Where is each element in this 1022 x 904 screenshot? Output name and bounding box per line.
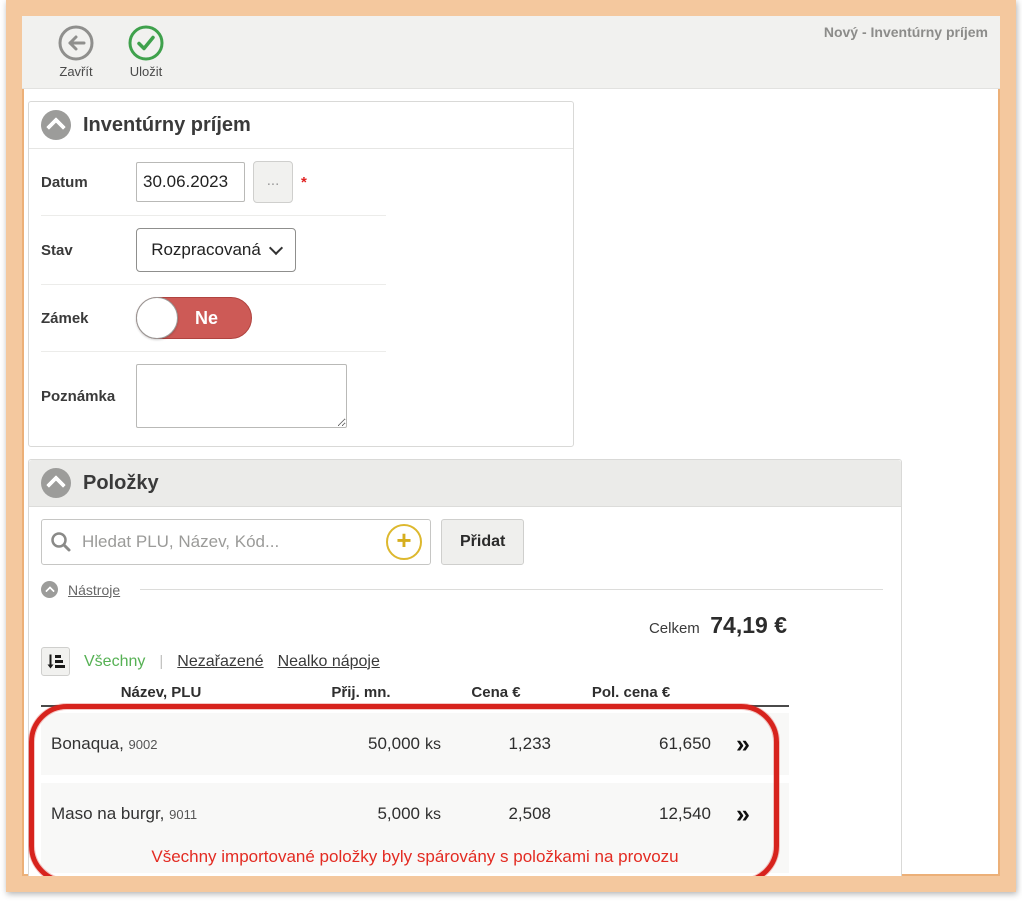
note-textarea[interactable]	[136, 364, 347, 428]
status-field-row: Stav Rozpracovaná	[29, 216, 573, 284]
row-detail-icon[interactable]: »	[711, 802, 775, 827]
item-qty: 50,000	[368, 734, 420, 754]
tools-link[interactable]: Nástroje	[68, 582, 120, 598]
item-unit: ks	[425, 806, 441, 824]
lock-label: Zámek	[41, 310, 136, 327]
item-name: Bonaqua,	[51, 734, 124, 753]
collapse-chevron-icon[interactable]	[41, 110, 71, 140]
tools-row: Nástroje	[29, 575, 901, 602]
filter-all[interactable]: Všechny	[84, 653, 145, 671]
status-select[interactable]: Rozpracovaná	[136, 228, 296, 272]
toolbar: Zavřít Uložit Nový - Inventúrny príjem	[22, 16, 1000, 89]
total-row: Celkem 74,19 €	[41, 612, 787, 639]
item-name: Maso na burgr,	[51, 804, 164, 823]
status-label: Stav	[41, 242, 136, 259]
tools-chevron-icon[interactable]	[41, 581, 58, 598]
status-select-value: Rozpracovaná	[151, 240, 261, 260]
item-price: 2,508	[441, 804, 551, 824]
item-plu: 9011	[169, 807, 197, 822]
header-line-total[interactable]: Pol. cena €	[551, 684, 711, 701]
back-arrow-icon	[40, 24, 112, 62]
items-panel-header: Položky	[29, 460, 901, 507]
table-row[interactable]: Bonaqua, 9002 50,000 ks 1,233 61,650 »	[41, 713, 789, 775]
tools-divider-line	[140, 589, 883, 590]
form-panel-title: Inventúrny príjem	[83, 114, 251, 137]
check-circle-icon	[110, 24, 182, 62]
item-unit: ks	[425, 736, 441, 754]
header-price[interactable]: Cena €	[441, 684, 551, 701]
close-button-label: Zavřít	[40, 64, 112, 79]
item-line-total: 12,540	[551, 804, 711, 824]
filter-soft-drinks[interactable]: Nealko nápoje	[278, 653, 380, 671]
save-button[interactable]: Uložit	[110, 24, 182, 79]
date-label: Datum	[41, 174, 136, 191]
form-panel: Inventúrny príjem Datum ... * Stav Rozpr…	[28, 101, 574, 447]
app-window: Zavřít Uložit Nový - Inventúrny príjem I…	[6, 0, 1016, 892]
import-status-message: Všechny importované položky byly spárová…	[41, 845, 789, 873]
row-detail-icon[interactable]: »	[711, 732, 775, 757]
add-plus-icon[interactable]: +	[386, 524, 422, 560]
date-picker-button[interactable]: ...	[253, 161, 293, 203]
item-qty: 5,000	[377, 804, 420, 824]
window-title: Nový - Inventúrny príjem	[824, 24, 988, 40]
note-field-row: Poznámka	[29, 352, 573, 446]
header-qty[interactable]: Přij. mn.	[281, 684, 441, 701]
date-input[interactable]	[136, 162, 245, 202]
total-value: 74,19 €	[710, 612, 787, 638]
items-table: Název, PLU Přij. mn. Cena € Pol. cena € …	[41, 684, 789, 873]
filter-divider: |	[159, 653, 163, 670]
toggle-state-label: Ne	[195, 298, 218, 338]
filter-row: Všechny | Nezařazené Nealko nápoje	[29, 639, 901, 682]
table-row[interactable]: Maso na burgr, 9011 5,000 ks 2,508 12,54…	[41, 783, 789, 845]
lock-field-row: Zámek Ne	[29, 285, 573, 351]
header-name-plu[interactable]: Název, PLU	[41, 684, 281, 701]
table-header-row: Název, PLU Přij. mn. Cena € Pol. cena €	[41, 684, 789, 707]
add-item-button[interactable]: Přidat	[441, 519, 524, 565]
collapse-chevron-icon[interactable]	[41, 468, 71, 498]
lock-toggle[interactable]: Ne	[136, 297, 252, 339]
item-line-total: 61,650	[551, 734, 711, 754]
form-panel-header: Inventúrny príjem	[29, 102, 573, 149]
required-asterisk: *	[301, 174, 307, 191]
search-box: +	[41, 519, 431, 565]
item-price: 1,233	[441, 734, 551, 754]
date-field-row: Datum ... *	[29, 149, 573, 215]
items-panel-title: Položky	[83, 472, 159, 495]
note-label: Poznámka	[41, 388, 136, 405]
sort-icon	[46, 652, 65, 671]
chevron-down-icon	[269, 241, 283, 255]
item-plu: 9002	[129, 737, 158, 752]
header-actions	[711, 684, 775, 701]
close-button[interactable]: Zavřít	[40, 24, 112, 79]
sort-button[interactable]	[41, 647, 70, 676]
total-label: Celkem	[649, 620, 700, 637]
search-row: + Přidat	[29, 507, 901, 575]
save-button-label: Uložit	[110, 64, 182, 79]
filter-unassigned[interactable]: Nezařazené	[177, 653, 263, 671]
search-input[interactable]	[80, 531, 386, 553]
items-panel: Položky + Přidat Nástroje Celkem	[28, 459, 902, 886]
toggle-knob	[136, 297, 178, 339]
search-icon	[50, 531, 72, 553]
